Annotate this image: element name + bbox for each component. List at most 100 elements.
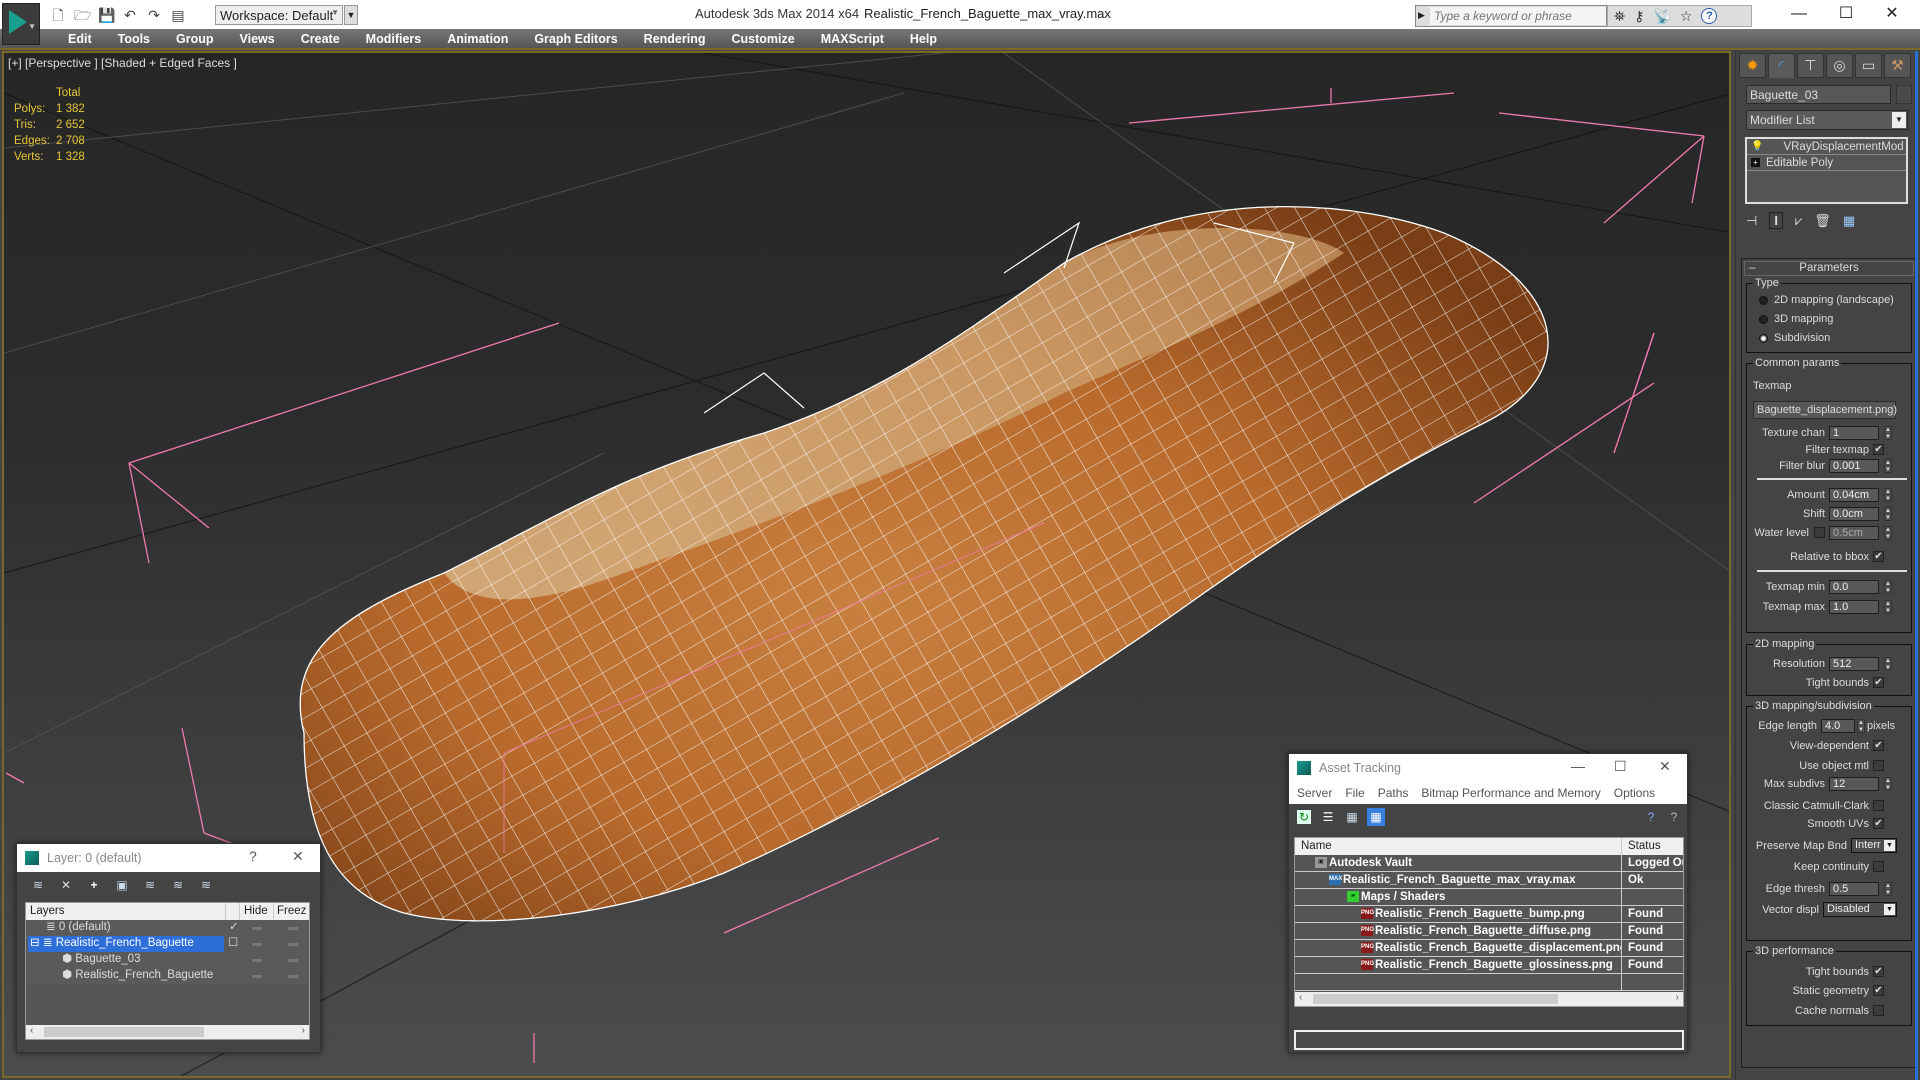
menu-maxscript[interactable]: MAXScript bbox=[808, 31, 897, 48]
menu-options[interactable]: Options bbox=[1614, 786, 1655, 800]
use-object-mtl-checkbox[interactable] bbox=[1873, 760, 1884, 771]
layer-row[interactable]: ⊟ ≣ Realistic_French_Baguette ☐ bbox=[26, 936, 309, 952]
filter-blur-spinner[interactable]: 0.001 bbox=[1829, 459, 1879, 473]
water-level-checkbox[interactable] bbox=[1814, 527, 1825, 538]
freeze-toggle[interactable] bbox=[288, 943, 298, 946]
layer-row[interactable]: ≣ 0 (default) ✓ bbox=[26, 920, 309, 936]
menu-views[interactable]: Views bbox=[227, 31, 288, 48]
refresh-icon[interactable]: ↻ bbox=[1297, 810, 1311, 824]
tight-bounds-3d-checkbox[interactable]: ✔ bbox=[1873, 966, 1884, 977]
remove-modifier-icon[interactable]: 🗑 bbox=[1814, 213, 1831, 229]
create-layer-icon[interactable]: ≋ bbox=[31, 878, 45, 892]
panel-scrollbar[interactable] bbox=[1915, 51, 1918, 1080]
object-row[interactable]: ⬢ Baguette_03 bbox=[26, 952, 309, 968]
highlight-layer-icon[interactable]: ≋ bbox=[143, 878, 157, 892]
menu-tools[interactable]: Tools bbox=[105, 31, 163, 48]
menu-bitmap-performance[interactable]: Bitmap Performance and Memory bbox=[1421, 786, 1600, 800]
relative-to-bbox-checkbox[interactable]: ✔ bbox=[1873, 551, 1884, 562]
asset-row[interactable]: ▰ Maps / Shaders bbox=[1295, 889, 1683, 906]
column-status[interactable]: Status bbox=[1622, 838, 1683, 855]
configure-modifier-sets-icon[interactable]: ▦ bbox=[1843, 213, 1855, 229]
show-end-result-icon[interactable]: I bbox=[1769, 212, 1783, 229]
static-geometry-checkbox[interactable]: ✔ bbox=[1873, 985, 1884, 996]
object-color-swatch[interactable] bbox=[1896, 85, 1912, 104]
expand-toggle[interactable]: ⊟ bbox=[30, 937, 40, 949]
modify-tab-icon[interactable]: ◜ bbox=[1768, 53, 1795, 78]
edge-thresh-spinner[interactable]: 0.5 bbox=[1829, 882, 1879, 896]
radio-2d-mapping[interactable]: 2D mapping (landscape) bbox=[1759, 294, 1894, 306]
horizontal-scrollbar[interactable]: ‹ › bbox=[1295, 992, 1683, 1006]
resolution-spinner[interactable]: 512 bbox=[1829, 657, 1879, 671]
viewport-label[interactable]: [+] [Perspective ] [Shaded + Edged Faces… bbox=[8, 56, 237, 70]
project-folder-icon[interactable]: ▤ bbox=[170, 7, 186, 23]
asset-row[interactable]: PNGRealistic_French_Baguette_bump.png Fou… bbox=[1295, 906, 1683, 923]
scroll-left-icon[interactable]: ‹ bbox=[1299, 992, 1302, 1003]
view-dependent-checkbox[interactable]: ✔ bbox=[1873, 740, 1884, 751]
object-row[interactable]: ⬢ Realistic_French_Baguette bbox=[26, 968, 309, 984]
column-name[interactable]: Name bbox=[1295, 838, 1622, 855]
spinner-arrows[interactable]: ▲ ▼ bbox=[1884, 580, 1892, 594]
asset-row[interactable]: MAXRealistic_French_Baguette_max_vray.ma… bbox=[1295, 872, 1683, 889]
filter-texmap-checkbox[interactable]: ✔ bbox=[1873, 444, 1884, 455]
menu-group[interactable]: Group bbox=[163, 31, 227, 48]
spinner-arrows[interactable]: ▲ ▼ bbox=[1884, 426, 1892, 440]
texmap-button[interactable]: Baguette_displacement.png) bbox=[1753, 401, 1897, 419]
create-tab-icon[interactable]: ✹ bbox=[1739, 53, 1766, 78]
column-current[interactable] bbox=[226, 903, 240, 920]
asset-row[interactable]: PNGRealistic_French_Baguette_glossiness.… bbox=[1295, 957, 1683, 974]
add-to-layer-icon[interactable]: + bbox=[87, 878, 101, 892]
object-name-field[interactable]: Baguette_03 bbox=[1746, 85, 1891, 104]
vault-login-icon[interactable]: ? bbox=[1667, 810, 1681, 824]
scroll-right-icon[interactable]: › bbox=[1676, 992, 1679, 1003]
spinner-arrows[interactable]: ▲ ▼ bbox=[1884, 507, 1892, 521]
edge-length-spinner[interactable]: 4.0 bbox=[1821, 719, 1855, 733]
menu-create[interactable]: Create bbox=[288, 31, 353, 48]
utilities-tab-icon[interactable]: ⚒ bbox=[1884, 53, 1911, 78]
menu-server[interactable]: Server bbox=[1297, 786, 1332, 800]
freeze-toggle[interactable] bbox=[288, 975, 298, 978]
smooth-uvs-checkbox[interactable]: ✔ bbox=[1873, 818, 1884, 829]
column-hide[interactable]: Hide bbox=[240, 903, 274, 920]
horizontal-scrollbar[interactable]: ‹ › bbox=[26, 1025, 309, 1039]
radio-subdivision[interactable]: Subdivision bbox=[1759, 332, 1830, 344]
menu-customize[interactable]: Customize bbox=[718, 31, 807, 48]
water-level-spinner[interactable]: 0.5cm bbox=[1829, 526, 1879, 540]
texmap-max-spinner[interactable]: 1.0 bbox=[1829, 600, 1879, 614]
shift-spinner[interactable]: 0.0cm bbox=[1829, 507, 1879, 521]
app-menu-button[interactable]: ▼ bbox=[2, 3, 40, 45]
menu-paths[interactable]: Paths bbox=[1378, 786, 1409, 800]
help-button[interactable]: ? bbox=[249, 848, 257, 864]
menu-animation[interactable]: Animation bbox=[434, 31, 521, 48]
keyword-search-input[interactable] bbox=[1430, 7, 1606, 25]
expand-arrow-icon[interactable]: ▶ bbox=[1418, 10, 1425, 21]
menu-file[interactable]: File bbox=[1345, 786, 1364, 800]
make-unique-icon[interactable]: ⩗ bbox=[1795, 213, 1802, 229]
hide-toggle[interactable] bbox=[252, 959, 262, 962]
hierarchy-tab-icon[interactable]: ⊤ bbox=[1797, 53, 1824, 78]
keep-continuity-checkbox[interactable] bbox=[1873, 861, 1884, 872]
preserve-map-bnd-dropdown[interactable]: Interr ▼ bbox=[1851, 838, 1897, 853]
asset-row[interactable]: ▣Autodesk VaultLogged Out bbox=[1295, 855, 1683, 872]
save-icon[interactable]: 💾 bbox=[98, 7, 115, 23]
close-button[interactable]: ✕ bbox=[292, 848, 304, 865]
layer-settings-icon[interactable]: ≋ bbox=[199, 878, 213, 892]
select-objects-icon[interactable]: ▣ bbox=[115, 878, 129, 892]
spinner-arrows[interactable]: ▲ ▼ bbox=[1884, 459, 1892, 473]
amount-spinner[interactable]: 0.04cm bbox=[1829, 488, 1879, 502]
help-icon[interactable]: ? bbox=[1701, 8, 1718, 24]
minimize-button[interactable]: — bbox=[1571, 758, 1585, 774]
cache-normals-checkbox[interactable] bbox=[1873, 1005, 1884, 1016]
display-tab-icon[interactable]: ▭ bbox=[1855, 53, 1882, 78]
menu-help[interactable]: Help bbox=[897, 31, 950, 48]
scrollbar-thumb[interactable] bbox=[1313, 994, 1558, 1004]
parameters-rollout-header[interactable]: – Parameters bbox=[1744, 261, 1914, 276]
undo-icon[interactable]: ↶ bbox=[122, 7, 138, 23]
texture-chan-spinner[interactable]: 1 bbox=[1829, 426, 1879, 440]
spinner-arrows[interactable]: ▲ ▼ bbox=[1857, 719, 1865, 733]
freeze-toggle[interactable] bbox=[288, 959, 298, 962]
maximize-button[interactable]: ☐ bbox=[1614, 758, 1627, 775]
menu-edit[interactable]: Edit bbox=[55, 31, 105, 48]
classic-catmull-clark-checkbox[interactable] bbox=[1873, 800, 1884, 811]
minimize-button[interactable]: — bbox=[1779, 2, 1819, 26]
hide-toggle[interactable] bbox=[252, 975, 262, 978]
